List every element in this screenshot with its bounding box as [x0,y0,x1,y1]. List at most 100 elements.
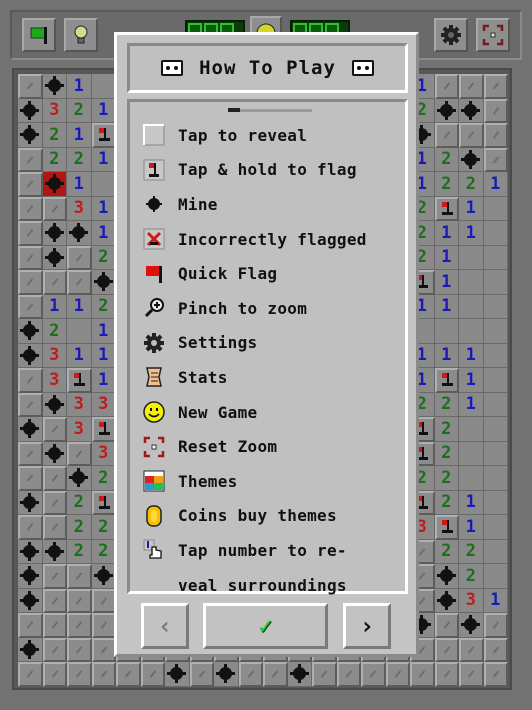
covered-cell[interactable] [42,466,67,491]
number-cell[interactable]: 2 [434,441,459,466]
mine-cell[interactable] [42,172,67,197]
mine-cell[interactable] [18,539,43,564]
mine-cell[interactable] [18,123,43,148]
empty-cell[interactable] [483,196,508,221]
covered-cell[interactable] [42,613,67,638]
empty-cell[interactable] [483,564,508,589]
mine-cell[interactable] [42,74,67,99]
mine-cell[interactable] [459,613,484,638]
number-cell[interactable]: 1 [459,196,484,221]
covered-cell[interactable] [238,662,263,687]
mine-cell[interactable] [42,245,67,270]
covered-cell[interactable] [91,662,116,687]
mine-cell[interactable] [165,662,190,687]
settings-button[interactable] [434,18,468,52]
mine-cell[interactable] [18,588,43,613]
number-cell[interactable]: 2 [434,466,459,491]
flagged-cell[interactable] [91,123,116,148]
empty-cell[interactable] [434,319,459,344]
number-cell[interactable]: 1 [91,147,116,172]
number-cell[interactable]: 2 [91,466,116,491]
covered-cell[interactable] [42,196,67,221]
covered-cell[interactable] [18,466,43,491]
number-cell[interactable]: 1 [91,319,116,344]
covered-cell[interactable] [91,588,116,613]
scrollbar[interactable] [228,108,312,112]
covered-cell[interactable] [434,74,459,99]
empty-cell[interactable] [91,172,116,197]
covered-cell[interactable] [263,662,288,687]
number-cell[interactable]: 3 [91,441,116,466]
empty-cell[interactable] [483,515,508,540]
number-cell[interactable]: 2 [67,515,92,540]
covered-cell[interactable] [483,662,508,687]
flagged-cell[interactable] [434,368,459,393]
number-cell[interactable]: 1 [483,172,508,197]
number-cell[interactable]: 2 [67,147,92,172]
mine-cell[interactable] [434,588,459,613]
covered-cell[interactable] [67,245,92,270]
covered-cell[interactable] [91,613,116,638]
covered-cell[interactable] [67,564,92,589]
covered-cell[interactable] [18,74,43,99]
empty-cell[interactable] [483,466,508,491]
number-cell[interactable]: 3 [91,392,116,417]
ok-button[interactable]: ✓ [203,603,328,649]
covered-cell[interactable] [18,294,43,319]
previous-page-button[interactable]: ‹ [141,603,189,649]
empty-cell[interactable] [67,319,92,344]
empty-cell[interactable] [459,466,484,491]
number-cell[interactable]: 1 [67,343,92,368]
covered-cell[interactable] [18,172,43,197]
number-cell[interactable]: 1 [434,294,459,319]
number-cell[interactable]: 1 [91,221,116,246]
mine-cell[interactable] [18,564,43,589]
empty-cell[interactable] [459,245,484,270]
number-cell[interactable]: 3 [67,417,92,442]
covered-cell[interactable] [42,662,67,687]
empty-cell[interactable] [483,319,508,344]
covered-cell[interactable] [67,637,92,662]
covered-cell[interactable] [140,662,165,687]
number-cell[interactable]: 1 [434,270,459,295]
number-cell[interactable]: 2 [91,539,116,564]
number-cell[interactable]: 1 [91,368,116,393]
number-cell[interactable]: 3 [459,588,484,613]
number-cell[interactable]: 1 [459,515,484,540]
covered-cell[interactable] [42,417,67,442]
mine-cell[interactable] [459,98,484,123]
number-cell[interactable]: 2 [67,490,92,515]
number-cell[interactable]: 1 [434,221,459,246]
number-cell[interactable]: 1 [434,343,459,368]
covered-cell[interactable] [42,637,67,662]
covered-cell[interactable] [459,662,484,687]
empty-cell[interactable] [459,441,484,466]
empty-cell[interactable] [483,417,508,442]
mine-cell[interactable] [42,539,67,564]
empty-cell[interactable] [483,539,508,564]
covered-cell[interactable] [483,123,508,148]
number-cell[interactable]: 1 [459,392,484,417]
number-cell[interactable]: 2 [459,172,484,197]
empty-cell[interactable] [483,490,508,515]
covered-cell[interactable] [483,98,508,123]
covered-cell[interactable] [18,196,43,221]
number-cell[interactable]: 2 [42,123,67,148]
number-cell[interactable]: 2 [42,319,67,344]
covered-cell[interactable] [483,613,508,638]
number-cell[interactable]: 1 [67,172,92,197]
covered-cell[interactable] [483,74,508,99]
number-cell[interactable]: 3 [67,392,92,417]
mine-cell[interactable] [214,662,239,687]
number-cell[interactable]: 2 [434,539,459,564]
covered-cell[interactable] [18,613,43,638]
flagged-cell[interactable] [91,417,116,442]
quick-flag-button[interactable] [22,18,56,52]
number-cell[interactable]: 1 [459,368,484,393]
number-cell[interactable]: 1 [67,294,92,319]
covered-cell[interactable] [18,441,43,466]
number-cell[interactable]: 2 [91,294,116,319]
covered-cell[interactable] [434,662,459,687]
empty-cell[interactable] [483,245,508,270]
empty-cell[interactable] [91,74,116,99]
